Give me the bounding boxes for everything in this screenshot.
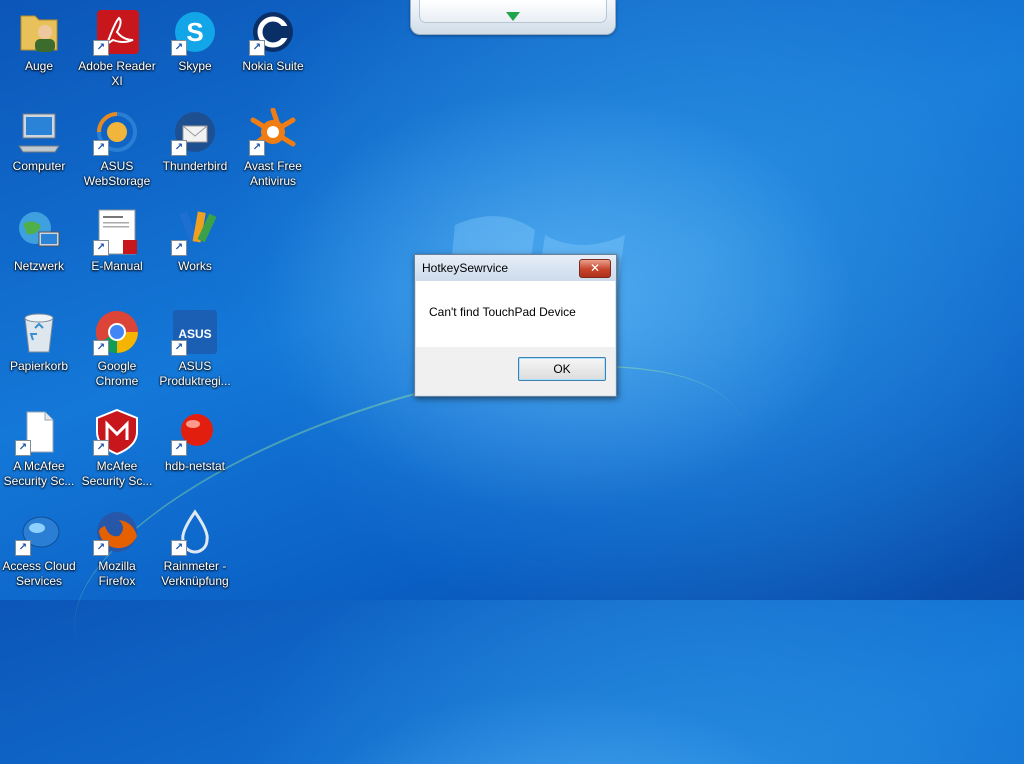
shortcut-arrow-icon: ↗	[93, 540, 109, 556]
icon-label: Skype	[178, 59, 212, 73]
desktop-icon-thunderbird[interactable]: ↗ Thunderbird	[156, 108, 234, 174]
shortcut-arrow-icon: ↗	[93, 340, 109, 356]
shortcut-arrow-icon: ↗	[93, 240, 109, 256]
shortcut-arrow-icon: ↗	[171, 540, 187, 556]
network-icon	[15, 208, 63, 256]
shortcut-arrow-icon: ↗	[93, 40, 109, 56]
desktop-icon-a-mcafee[interactable]: ↗ A McAfee Security Sc...	[0, 408, 78, 489]
chrome-icon: ↗	[93, 308, 141, 356]
shortcut-arrow-icon: ↗	[171, 340, 187, 356]
asus-registration-icon: ASUS ↗	[171, 308, 219, 356]
user-folder-icon	[15, 8, 63, 56]
works-icon: ↗	[171, 208, 219, 256]
hotkey-service-dialog: HotkeySewrvice ✕ Can't find TouchPad Dev…	[414, 254, 617, 397]
icon-label: Access Cloud Services	[2, 559, 76, 588]
desktop-icon-mozilla-firefox[interactable]: ↗ Mozilla Firefox	[78, 508, 156, 589]
shortcut-arrow-icon: ↗	[171, 440, 187, 456]
icon-label: Mozilla Firefox	[98, 559, 136, 588]
shortcut-arrow-icon: ↗	[171, 140, 187, 156]
desktop-icon-computer[interactable]: Computer	[0, 108, 78, 174]
icon-label: Thunderbird	[162, 159, 228, 173]
adobe-reader-icon: ↗	[93, 8, 141, 56]
icon-label: Netzwerk	[13, 259, 64, 273]
desktop-icon-rainmeter[interactable]: ↗ Rainmeter - Verknüpfung	[156, 508, 234, 589]
icon-label: Auge	[24, 59, 54, 73]
icon-label: Adobe Reader XI	[78, 59, 156, 88]
ok-button[interactable]: OK	[518, 357, 606, 381]
desktop-icon-asus-registration[interactable]: ASUS ↗ ASUS Produktregi...	[156, 308, 234, 389]
skype-icon: S ↗	[171, 8, 219, 56]
recycle-bin-icon	[15, 308, 63, 356]
avast-icon: ↗	[249, 107, 297, 156]
close-button[interactable]: ✕	[579, 259, 611, 278]
desktop-icon-works[interactable]: ↗ Works	[156, 208, 234, 274]
computer-icon	[15, 108, 63, 156]
firefox-icon: ↗	[93, 508, 141, 556]
icon-label: McAfee Security Sc...	[81, 459, 153, 488]
thunderbird-icon: ↗	[171, 108, 219, 156]
desktop-icon-e-manual[interactable]: ↗ E-Manual	[78, 208, 156, 274]
document-icon: ↗	[15, 408, 63, 456]
icon-label: Avast Free Antivirus	[244, 159, 302, 188]
icon-label: E-Manual	[91, 259, 143, 273]
desktop-icon-hdb-netstat[interactable]: ↗ hdb-netstat	[156, 408, 234, 474]
shortcut-arrow-icon: ↗	[93, 440, 109, 456]
shortcut-arrow-icon: ↗	[249, 140, 265, 156]
icon-label: Google Chrome	[95, 359, 139, 388]
desktop-icon-asus-webstorage[interactable]: ↗ ASUS WebStorage	[78, 108, 156, 189]
e-manual-icon: ↗	[93, 208, 141, 256]
desktop-icon-netzwerk[interactable]: Netzwerk	[0, 208, 78, 274]
shortcut-arrow-icon: ↗	[249, 40, 265, 56]
icon-label: ASUS WebStorage	[83, 159, 151, 188]
mcafee-icon: ↗	[93, 408, 141, 456]
svg-text:ASUS: ASUS	[178, 327, 211, 341]
icon-label: A McAfee Security Sc...	[3, 459, 75, 488]
desktop-icon-papierkorb[interactable]: Papierkorb	[0, 308, 78, 374]
dialog-message: Can't find TouchPad Device	[429, 305, 576, 319]
desktop-icon-auge[interactable]: Auge	[0, 8, 78, 74]
nokia-suite-icon: ↗	[249, 8, 297, 56]
shortcut-arrow-icon: ↗	[171, 40, 187, 56]
desktop-icon-avast[interactable]: ↗ Avast Free Antivirus	[234, 107, 312, 189]
red-ball-icon: ↗	[171, 408, 219, 456]
desktop-icon-adobe-reader[interactable]: ↗ Adobe Reader XI	[78, 8, 156, 89]
shortcut-arrow-icon: ↗	[171, 240, 187, 256]
dialog-titlebar[interactable]: HotkeySewrvice ✕	[415, 255, 616, 281]
icon-label: Papierkorb	[9, 359, 69, 373]
rainmeter-icon: ↗	[171, 508, 219, 556]
shortcut-arrow-icon: ↗	[93, 140, 109, 156]
icon-label: Works	[178, 259, 212, 273]
icon-label: Nokia Suite	[242, 59, 304, 73]
dialog-footer: OK	[416, 347, 615, 395]
desktop-icon-access-cloud[interactable]: ↗ Access Cloud Services	[0, 508, 78, 589]
close-icon: ✕	[589, 261, 601, 275]
icon-label: Computer	[12, 159, 66, 173]
cloud-mouse-icon: ↗	[15, 508, 63, 556]
dialog-body: Can't find TouchPad Device	[416, 281, 615, 347]
expand-arrow-icon[interactable]	[506, 12, 520, 21]
shortcut-arrow-icon: ↗	[15, 540, 31, 556]
desktop-icon-nokia-suite[interactable]: ↗ Nokia Suite	[234, 8, 312, 74]
desktop-icon-skype[interactable]: S ↗ Skype	[156, 8, 234, 74]
desktop-icon-mcafee[interactable]: ↗ McAfee Security Sc...	[78, 408, 156, 489]
icon-label: ASUS Produktregi...	[159, 359, 231, 388]
dialog-title: HotkeySewrvice	[422, 261, 509, 275]
svg-text:S: S	[186, 17, 203, 47]
icon-label: Rainmeter - Verknüpfung	[161, 559, 229, 588]
top-dock-gadget[interactable]	[410, 0, 616, 35]
desktop-icon-google-chrome[interactable]: ↗ Google Chrome	[78, 308, 156, 389]
asus-webstorage-icon: ↗	[93, 108, 141, 156]
icon-label: hdb-netstat	[164, 459, 226, 473]
shortcut-arrow-icon: ↗	[15, 440, 31, 456]
